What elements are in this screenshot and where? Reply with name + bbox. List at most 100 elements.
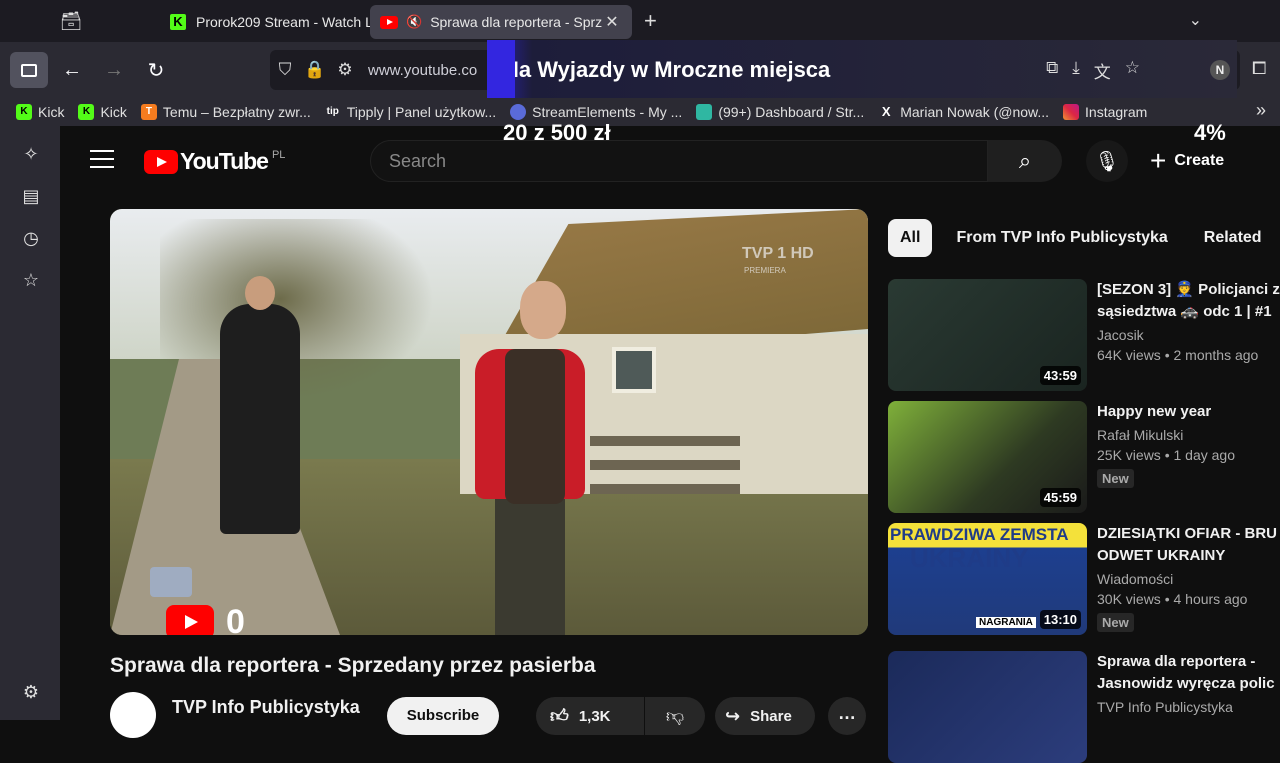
thumbnail-text: NAGRANIA — [976, 617, 1036, 628]
duration-badge: 43:59 — [1039, 366, 1081, 385]
thumbs-up-icon: 👍︎ — [550, 706, 569, 726]
bookmark-label: Marian Nowak (@now... — [900, 104, 1050, 120]
chip-related[interactable]: Related — [1192, 219, 1274, 257]
bookmark-x[interactable]: X Marian Nowak (@now... — [878, 104, 1049, 120]
share-button[interactable]: ↪ Share — [715, 697, 815, 735]
scene-person — [220, 276, 300, 534]
chip-all[interactable]: All — [888, 219, 933, 257]
permissions-icon[interactable]: ⚙ — [330, 60, 360, 80]
overlay-title-text: Na Wyjazdy w Mroczne miejsca — [503, 57, 831, 82]
dashboard-icon — [696, 104, 713, 120]
like-count: 1,3K — [578, 707, 611, 725]
bookmark-label: Temu – Bezpłatny zwr... — [162, 104, 311, 120]
scene-person-red-shirt — [475, 281, 585, 635]
subscribe-button[interactable]: Subscribe — [387, 697, 499, 735]
create-label: Create — [1174, 152, 1225, 169]
muted-speaker-icon[interactable]: 🔇 — [406, 14, 422, 30]
new-tab-button[interactable]: + — [644, 8, 657, 34]
kick-icon: K — [78, 104, 95, 120]
recommendation-title-line2[interactable]: ODWET UKRAINY — [1097, 545, 1280, 567]
url-action-icons: ⧉ ⤓ 文 ☆ — [1046, 58, 1140, 83]
recommendation-title[interactable]: [SEZON 3] 👮 Policjanci z — [1097, 279, 1280, 301]
recommendation-channel[interactable]: TVP Info Publicystyka — [1097, 699, 1280, 715]
bookmark-instagram[interactable]: Instagram — [1063, 104, 1147, 120]
recommendation-item[interactable]: 45:59 Happy new year Rafał Mikulski 25K … — [888, 401, 1280, 513]
bookmark-label: Kick — [100, 104, 127, 120]
recommendation-title[interactable]: Sprawa dla reportera - — [1097, 651, 1280, 673]
lock-icon[interactable]: 🔒 — [300, 60, 330, 80]
recommendation-title[interactable]: Happy new year — [1097, 401, 1280, 423]
recommendation-title-line2[interactable]: Jasnowidz wyręcza polic — [1097, 673, 1280, 695]
recommendation-item[interactable]: Sprawa dla reportera - Jasnowidz wyręcza… — [888, 651, 1280, 763]
bookmark-temu[interactable]: T Temu – Bezpłatny zwr... — [140, 104, 311, 120]
star-icon[interactable]: ☆ — [1125, 58, 1140, 83]
kick-icon: K — [170, 14, 186, 30]
chip-from-channel[interactable]: From TVP Info Publicystyka — [944, 219, 1179, 257]
history-icon[interactable]: ◷ — [20, 228, 42, 250]
video-player[interactable]: TVP 1 HD PREMIERA 0 — [110, 209, 868, 635]
bookmark-label: (99+) Dashboard / Str... — [718, 104, 865, 120]
bookmark-label: Kick — [38, 104, 65, 120]
dislike-button[interactable]: 👎︎ — [645, 697, 705, 735]
channel-avatar[interactable] — [110, 692, 156, 738]
voice-search-button[interactable]: 🎙 — [1086, 140, 1128, 182]
profile-avatar[interactable]: N — [1210, 60, 1230, 80]
recommendation-title-line2[interactable]: sąsiedztwa 🚓 odc 1 | #1 — [1097, 301, 1280, 323]
url-text[interactable]: www.youtube.co — [368, 62, 477, 79]
bookmark-label: Instagram — [1085, 104, 1148, 120]
shield-icon[interactable]: ⛉ — [270, 60, 300, 80]
region-code: PL — [271, 148, 286, 161]
gear-icon[interactable]: ⚙ — [20, 682, 42, 704]
video-thumbnail[interactable]: PRAWDZIWA ZEMSTA UKRAINY NAGRANIA 13:10 — [888, 523, 1087, 635]
extensions-icon[interactable]: ⧠ — [1252, 58, 1266, 79]
chevron-right-icon[interactable]: » — [1256, 100, 1266, 121]
back-button[interactable]: ← — [56, 54, 88, 86]
tab-youtube-active[interactable]: 🔇 Sprawa dla reportera - Sprze ✕ — [370, 5, 632, 39]
kick-icon: K — [16, 104, 32, 120]
download-icon[interactable]: ⤓ — [1072, 58, 1080, 83]
recommendation-title[interactable]: DZIESIĄTKI OFIAR - BRU — [1097, 523, 1280, 545]
reload-button[interactable]: ↻ — [140, 54, 172, 86]
bookmark-kick[interactable]: K Kick — [16, 104, 64, 120]
video-thumbnail[interactable]: 43:59 — [888, 279, 1087, 391]
tab-bar: 🗃 K Prorok209 Stream - Watch Live on ✕ 🔇… — [0, 0, 1280, 42]
search-input[interactable]: Search — [370, 140, 988, 182]
arrow-right-icon: → — [104, 58, 124, 81]
bookmark-label: StreamElements - My ... — [532, 104, 683, 120]
recommendation-channel[interactable]: Wiadomości — [1097, 571, 1280, 587]
create-button[interactable]: + Create — [1150, 144, 1224, 178]
more-actions-button[interactable]: … — [828, 697, 866, 735]
youtube-logo[interactable]: YouTube PL — [144, 148, 285, 175]
video-thumbnail[interactable] — [888, 651, 1087, 763]
forward-button[interactable]: → — [98, 54, 130, 86]
bookmark-dashboard[interactable]: (99+) Dashboard / Str... — [696, 104, 864, 120]
menu-icon[interactable] — [90, 150, 114, 174]
recommendation-meta: 64K views • 2 months ago — [1097, 347, 1259, 363]
recommendation-meta: 30K views • 4 hours ago — [1097, 591, 1248, 607]
recommendation-channel[interactable]: Jacosik — [1097, 327, 1280, 343]
bookmark-kick-2[interactable]: K Kick — [78, 104, 127, 120]
sidebar-toggle-button[interactable] — [10, 52, 48, 88]
like-button[interactable]: 👍︎ 1,3K — [536, 697, 644, 735]
translate-icon[interactable]: 文 — [1094, 58, 1111, 83]
synced-tabs-icon[interactable]: ▤ — [20, 186, 42, 208]
scene-window — [612, 347, 656, 393]
bookmark-tipply[interactable]: tip Tipply | Panel użytkow... — [325, 104, 497, 120]
search-button[interactable]: ⌕ — [988, 140, 1062, 182]
channel-name[interactable]: TVP Info Publicystyka — [172, 697, 360, 718]
recommendation-channel[interactable]: Rafał Mikulski — [1097, 427, 1280, 443]
recommendation-item[interactable]: PRAWDZIWA ZEMSTA UKRAINY NAGRANIA 13:10 … — [888, 523, 1280, 635]
ai-sparkle-icon[interactable]: ✧ — [20, 144, 42, 166]
bookmarks-star-icon[interactable]: ☆ — [20, 270, 42, 292]
overlay-goal-percent: 4% — [1194, 120, 1226, 145]
recommendation-item[interactable]: 43:59 [SEZON 3] 👮 Policjanci z sąsiedztw… — [888, 279, 1280, 391]
bookmark-streamelements[interactable]: StreamElements - My ... — [510, 104, 682, 120]
video-thumbnail[interactable]: 45:59 — [888, 401, 1087, 513]
close-icon[interactable]: ✕ — [602, 12, 622, 32]
chevron-down-icon[interactable]: ⌄ — [1189, 10, 1202, 30]
search-placeholder: Search — [389, 150, 447, 171]
sidebar-icon — [21, 63, 37, 77]
x-icon: X — [881, 104, 891, 119]
tab-overview-button[interactable]: 🗃 — [50, 0, 92, 42]
picture-in-picture-icon[interactable]: ⧉ — [1046, 58, 1058, 83]
